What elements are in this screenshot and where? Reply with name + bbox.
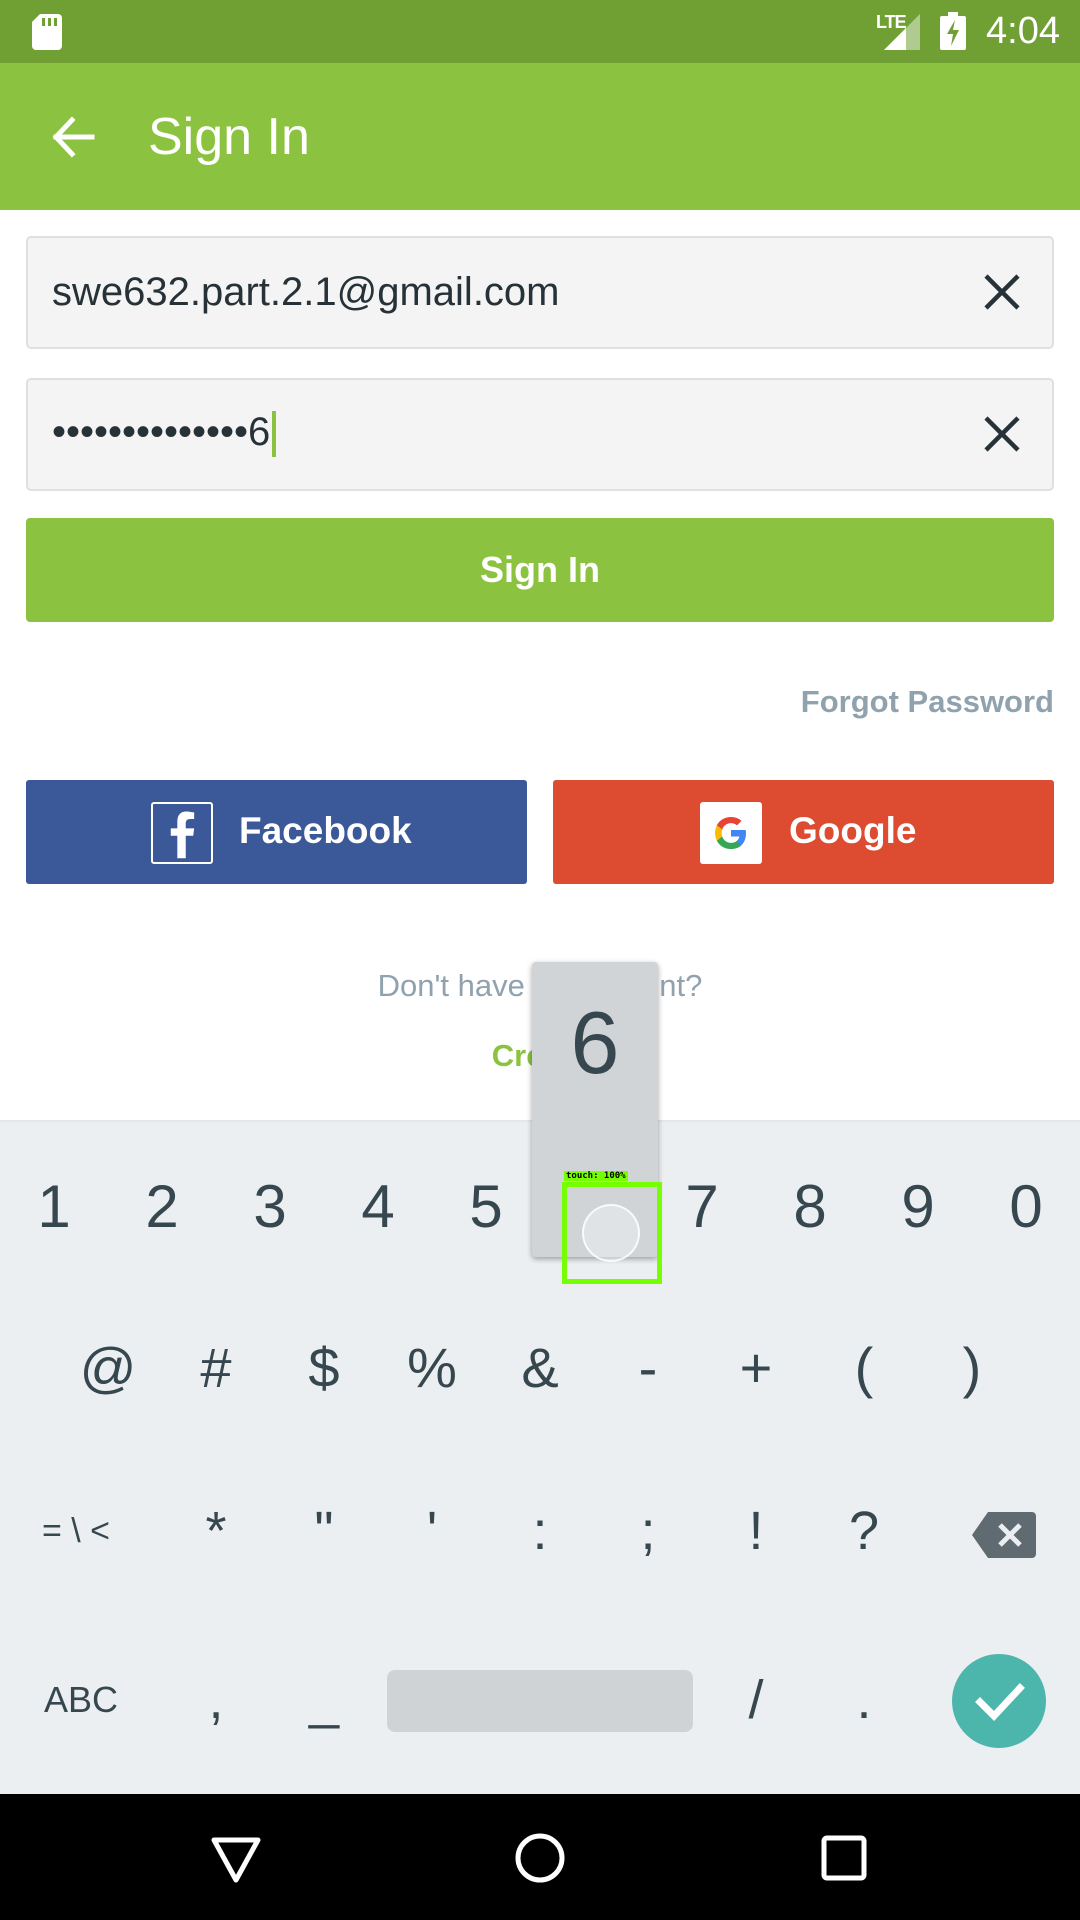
facebook-button[interactable]: Facebook — [26, 780, 527, 884]
key-ampersand[interactable]: & — [486, 1288, 594, 1448]
status-bar: LTE 4:04 — [0, 0, 1080, 63]
facebook-logo-icon — [151, 802, 213, 864]
key-preview-label: 6 — [570, 993, 620, 1092]
key-abc[interactable]: ABC — [27, 1620, 135, 1780]
email-input[interactable] — [52, 238, 932, 347]
key-3[interactable]: 3 — [216, 1122, 324, 1282]
key-colon[interactable]: : — [486, 1454, 594, 1614]
google-label: Google — [789, 810, 917, 851]
key-0[interactable]: 0 — [972, 1122, 1080, 1282]
signal-icon — [884, 14, 920, 50]
key-close-paren[interactable]: ) — [918, 1288, 1026, 1448]
google-logo-icon — [700, 802, 762, 864]
battery-charging-icon — [940, 12, 966, 50]
key-1[interactable]: 1 — [0, 1122, 108, 1282]
home-circle-icon[interactable] — [512, 1830, 568, 1886]
key-open-paren[interactable]: ( — [810, 1288, 918, 1448]
app-bar: Sign In — [0, 63, 1080, 210]
password-value: ••••••••••••••6 — [52, 410, 271, 454]
touch-indicator-label: touch: 100% — [564, 1171, 628, 1181]
key-asterisk[interactable]: * — [162, 1454, 270, 1614]
key-7[interactable]: 7 — [648, 1122, 756, 1282]
password-field[interactable]: ••••••••••••••6 — [26, 378, 1054, 491]
key-at[interactable]: @ — [54, 1288, 162, 1448]
key-period[interactable]: . — [810, 1620, 918, 1780]
key-question[interactable]: ? — [810, 1454, 918, 1614]
key-comma[interactable]: , — [162, 1620, 270, 1780]
sd-card-icon — [32, 14, 62, 50]
space-bar[interactable] — [387, 1670, 693, 1732]
key-double-quote[interactable]: " — [270, 1454, 378, 1614]
password-input[interactable]: ••••••••••••••6 — [52, 410, 277, 458]
back-triangle-icon[interactable] — [208, 1830, 264, 1886]
recents-square-icon[interactable] — [816, 1830, 872, 1886]
key-more-symbols[interactable]: = \ < — [22, 1454, 130, 1614]
clock: 4:04 — [986, 10, 1060, 52]
key-hash[interactable]: # — [162, 1288, 270, 1448]
forgot-password-link[interactable]: Forgot Password — [801, 684, 1054, 720]
touch-point — [582, 1204, 640, 1262]
arrow-back-icon[interactable] — [44, 107, 104, 167]
key-9[interactable]: 9 — [864, 1122, 972, 1282]
email-field[interactable] — [26, 236, 1054, 349]
checkmark-icon — [975, 1683, 1025, 1722]
close-icon[interactable] — [980, 270, 1024, 314]
key-percent[interactable]: % — [378, 1288, 486, 1448]
text-cursor — [272, 411, 277, 458]
facebook-label: Facebook — [239, 810, 412, 851]
backspace-icon[interactable] — [972, 1512, 1036, 1558]
key-slash[interactable]: / — [702, 1620, 810, 1780]
key-4[interactable]: 4 — [324, 1122, 432, 1282]
enter-key[interactable] — [952, 1654, 1046, 1748]
close-icon[interactable] — [980, 412, 1024, 456]
key-dollar[interactable]: $ — [270, 1288, 378, 1448]
key-exclamation[interactable]: ! — [702, 1454, 810, 1614]
key-semicolon[interactable]: ; — [594, 1454, 702, 1614]
key-plus[interactable]: + — [702, 1288, 810, 1448]
page-title: Sign In — [148, 108, 310, 166]
key-8[interactable]: 8 — [756, 1122, 864, 1282]
navigation-bar — [0, 1794, 1080, 1920]
key-5[interactable]: 5 — [432, 1122, 540, 1282]
key-2[interactable]: 2 — [108, 1122, 216, 1282]
google-button[interactable]: Google — [553, 780, 1054, 884]
key-underscore[interactable]: _ — [270, 1620, 378, 1780]
key-minus[interactable]: - — [594, 1288, 702, 1448]
key-single-quote[interactable]: ' — [378, 1454, 486, 1614]
sign-in-button[interactable]: Sign In — [26, 518, 1054, 622]
screen: LTE 4:04 Sign In ••••••••••••••6 Sign In — [0, 0, 1080, 1920]
